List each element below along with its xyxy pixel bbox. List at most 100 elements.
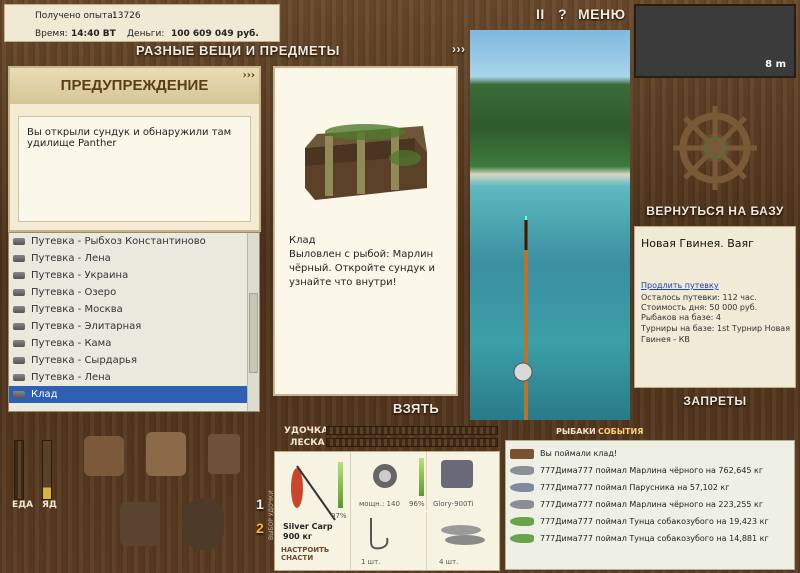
fish-icon bbox=[510, 500, 534, 509]
rod-slot-2-button[interactable]: 2 bbox=[256, 520, 264, 536]
list-item[interactable]: Путевка - Украина bbox=[9, 267, 259, 284]
fishing-scene bbox=[470, 30, 630, 420]
rod-slot-1-button[interactable]: 1 bbox=[256, 496, 264, 512]
time-value: 14:40 ВТ bbox=[71, 29, 116, 39]
list-item[interactable]: Клад bbox=[9, 386, 259, 403]
event-text: 777Дима777 поймал Тунца собакозубого на … bbox=[540, 517, 769, 526]
bans-button[interactable]: ЗАПРЕТЫ bbox=[634, 390, 796, 412]
setup-tackle-button[interactable]: НАСТРОИТЬ СНАСТИ bbox=[281, 546, 331, 562]
rod-tension-bar bbox=[326, 426, 498, 435]
fish-icon bbox=[510, 534, 534, 543]
line-spool-icon bbox=[441, 460, 473, 488]
permit-icon bbox=[13, 323, 25, 330]
line-slot[interactable]: Glory-900Ti bbox=[427, 452, 499, 510]
tab-anglers[interactable]: РЫБАКИ bbox=[556, 427, 596, 436]
pause-button[interactable]: II bbox=[536, 6, 545, 22]
inventory-panel-title: РАЗНЫЕ ВЕЩИ И ПРЕДМЕТЫ bbox=[136, 43, 340, 58]
extend-permit-link[interactable]: Продлить путевку bbox=[641, 281, 719, 290]
experience-label: Получено опыта: bbox=[35, 11, 116, 21]
backpack-icon[interactable] bbox=[146, 432, 186, 476]
reel-condition-bar bbox=[419, 458, 424, 496]
list-item-label: Путевка - Кама bbox=[31, 338, 112, 349]
event-row: 777Дима777 поймал Тунца собакозубого на … bbox=[506, 530, 794, 547]
treasure-chest-icon bbox=[305, 124, 427, 200]
permit-icon bbox=[13, 289, 25, 296]
list-item[interactable]: Путевка - Лена bbox=[9, 250, 259, 267]
list-item[interactable]: Путевка - Кама bbox=[9, 335, 259, 352]
scrollbar-thumb[interactable] bbox=[249, 293, 258, 373]
item-info-description: Выловлен с рыбой: Марлин чёрный. Откройт… bbox=[289, 249, 436, 288]
treasure-chest-icon bbox=[510, 449, 534, 459]
location-name: Новая Гвинея. Ваяг bbox=[641, 237, 754, 250]
list-item[interactable]: Путевка - Рыбхоз Константиново bbox=[9, 233, 259, 250]
event-text: 777Дима777 поймал Парусника на 57,102 кг bbox=[540, 483, 730, 492]
anglers-count: Рыбаков на базе: 4 bbox=[641, 313, 721, 322]
list-item-label: Путевка - Москва bbox=[31, 304, 123, 315]
depth-value: 8 m bbox=[765, 59, 786, 70]
hooks-slot[interactable]: 1 шт. bbox=[351, 512, 427, 570]
return-to-base-button[interactable]: ВЕРНУТЬСЯ НА БАЗУ bbox=[634, 198, 796, 224]
inventory-arrows[interactable]: ››› bbox=[452, 42, 466, 56]
item-info-card: Клад Выловлен с рыбой: Марлин чёрный. От… bbox=[273, 66, 458, 396]
warning-text: Вы открыли сундук и обнаружили там удили… bbox=[27, 127, 232, 149]
hook-icon bbox=[370, 518, 389, 550]
base-info-panel: Новая Гвинея. Ваяг Продлить путевку Оста… bbox=[634, 226, 796, 388]
list-item-label: Путевка - Рыбхоз Константиново bbox=[31, 236, 206, 247]
list-item[interactable]: Путевка - Сырдарья bbox=[9, 352, 259, 369]
gear-panel: 97% Silver Carp 900 кг НАСТРОИТЬ СНАСТИ … bbox=[274, 451, 500, 571]
help-button[interactable]: ? bbox=[558, 6, 567, 22]
rod-condition: 97% bbox=[331, 512, 347, 520]
time-label: Время: bbox=[35, 29, 68, 39]
take-button[interactable]: ВЗЯТЬ bbox=[393, 401, 439, 416]
items-list[interactable]: Путевка - Рыбхоз Константиново Путевка - … bbox=[8, 232, 260, 412]
menu-button[interactable]: МЕНЮ bbox=[578, 6, 626, 22]
rod-bar-label: УДОЧКА bbox=[284, 426, 329, 436]
warning-message: Вы открыли сундук и обнаружили там удили… bbox=[18, 116, 251, 222]
rod-condition-bar bbox=[338, 462, 343, 508]
food-gauge bbox=[14, 440, 24, 500]
rod-slot[interactable]: 97% Silver Carp 900 кг НАСТРОИТЬ СНАСТИ bbox=[275, 452, 351, 570]
list-item-label: Путевка - Элитарная bbox=[31, 321, 142, 332]
poison-label: ЯД bbox=[42, 500, 57, 510]
list-item-label: Путевка - Лена bbox=[31, 253, 111, 264]
permit-remaining: Осталось путевки: 112 час. bbox=[641, 293, 757, 302]
event-text: 777Дима777 поймал Марлина чёрного на 223… bbox=[540, 500, 764, 509]
bait-slot[interactable]: 4 шт. bbox=[427, 512, 499, 570]
money-label: Деньги: bbox=[127, 29, 165, 39]
events-panel: Вы поймали клад! 777Дима777 поймал Марли… bbox=[505, 440, 795, 570]
list-item[interactable]: Путевка - Озеро bbox=[9, 284, 259, 301]
tab-events[interactable]: СОБЫТИЯ bbox=[598, 427, 643, 436]
hooks-qty: 1 шт. bbox=[361, 558, 381, 566]
bait-weight: 900 кг bbox=[283, 532, 313, 541]
permit-icon bbox=[13, 306, 25, 313]
fish-icon bbox=[510, 483, 534, 492]
fish-icon bbox=[510, 517, 534, 526]
permit-icon bbox=[13, 340, 25, 347]
bag-area bbox=[80, 430, 250, 570]
keepnet-icon[interactable] bbox=[184, 498, 224, 550]
list-item[interactable]: Путевка - Элитарная bbox=[9, 318, 259, 335]
bait-fish-icon bbox=[441, 525, 485, 545]
line-tension-bar bbox=[326, 438, 498, 447]
gear-bag-icon[interactable] bbox=[120, 502, 160, 546]
tackle-box-icon[interactable] bbox=[84, 436, 124, 476]
item-info-text: Клад Выловлен с рыбой: Марлин чёрный. От… bbox=[289, 234, 448, 290]
food-label: ЕДА bbox=[12, 500, 34, 510]
warning-title: ПРЕДУПРЕЖДЕНИЕ bbox=[10, 68, 259, 104]
list-scrollbar[interactable] bbox=[247, 233, 259, 411]
list-item-label: Путевка - Украина bbox=[31, 270, 129, 281]
ship-wheel-icon[interactable] bbox=[660, 98, 770, 198]
permit-icon bbox=[13, 238, 25, 245]
list-item-label: Клад bbox=[31, 389, 58, 400]
list-item-label: Путевка - Лена bbox=[31, 372, 111, 383]
event-head: Вы поймали клад! bbox=[506, 445, 794, 462]
list-item[interactable]: Путевка - Москва bbox=[9, 301, 259, 318]
book-icon[interactable] bbox=[208, 434, 240, 474]
list-item[interactable]: Путевка - Лена bbox=[9, 369, 259, 386]
event-text: 777Дима777 поймал Марлина чёрного на 762… bbox=[540, 466, 764, 475]
permit-icon bbox=[13, 374, 25, 381]
event-row: 777Дима777 поймал Тунца собакозубого на … bbox=[506, 513, 794, 530]
reel-slot[interactable]: мощн.: 140 96% bbox=[351, 452, 427, 510]
day-cost: Стоимость дня: 50 000 руб. bbox=[641, 303, 758, 312]
warning-arrows[interactable]: ››› bbox=[243, 70, 255, 81]
